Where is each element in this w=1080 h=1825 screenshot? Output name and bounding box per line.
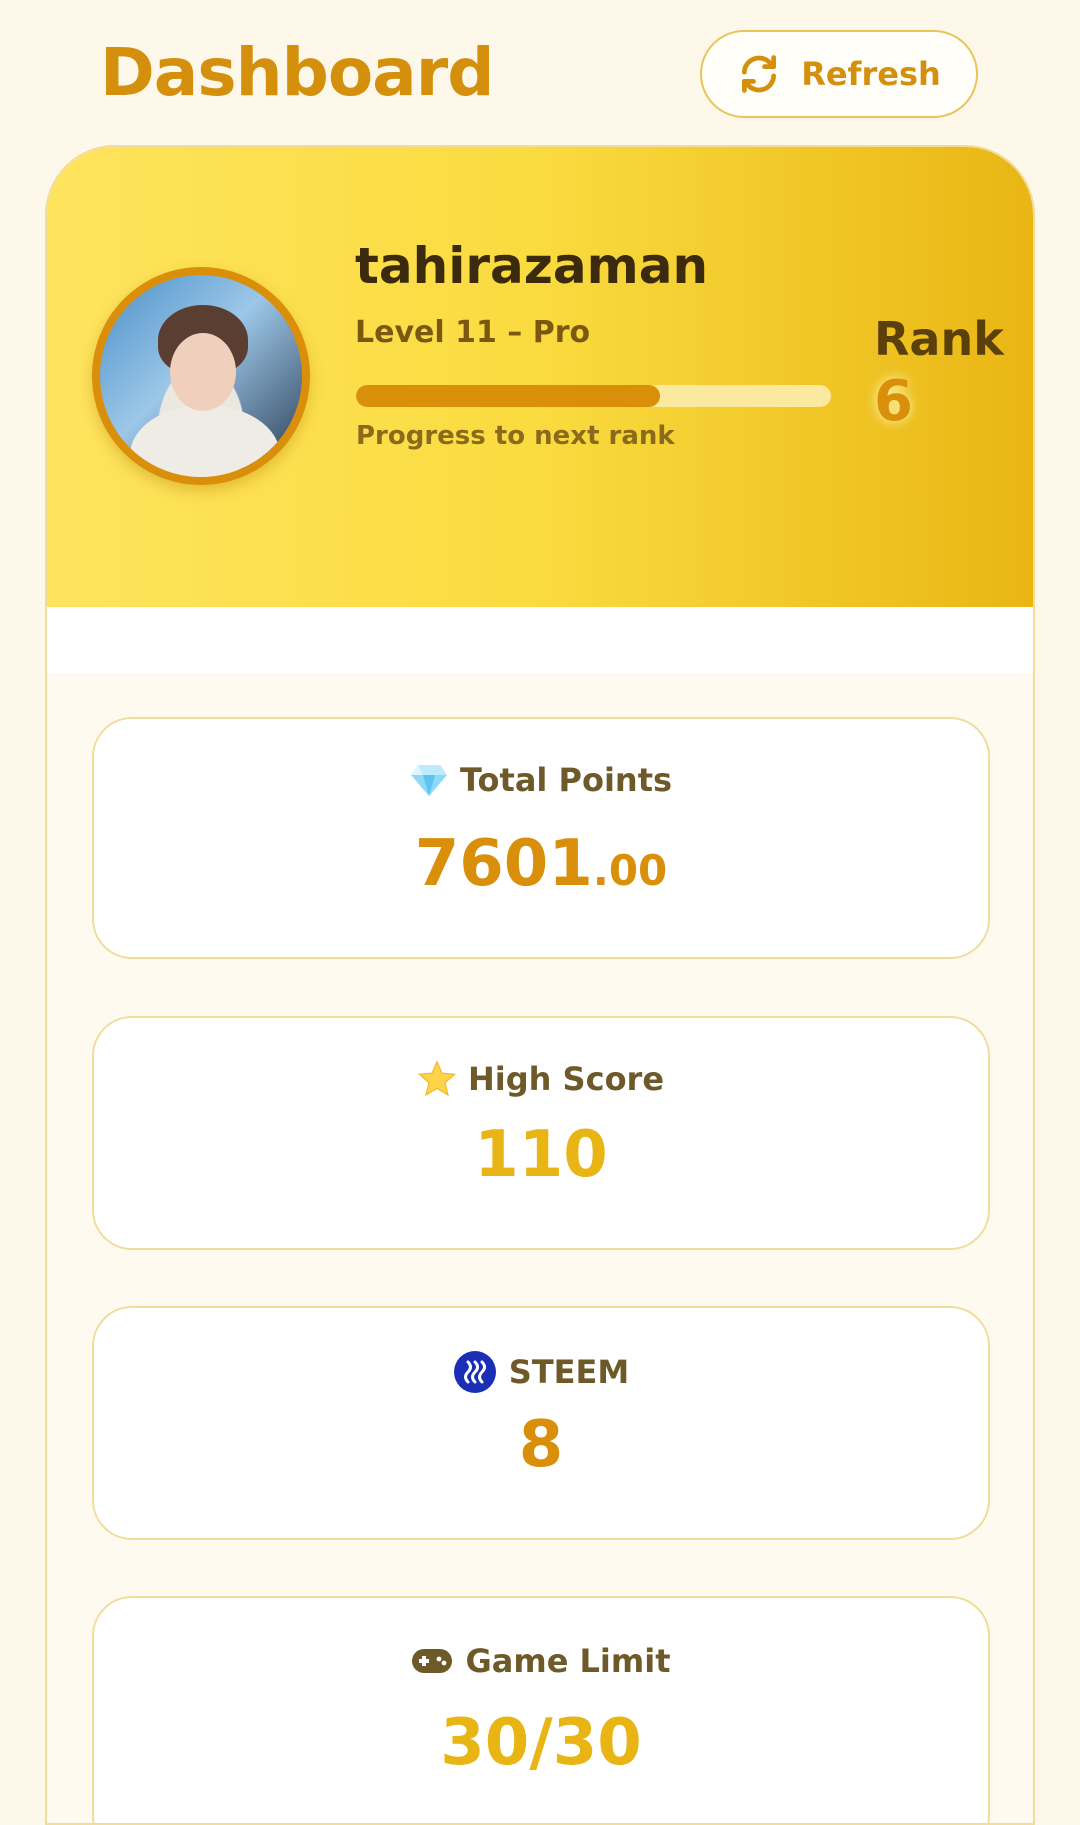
gamepad-icon	[411, 1648, 453, 1674]
high-score-value: 110	[474, 1118, 608, 1192]
diamond-icon	[410, 763, 448, 797]
total-points-label: Total Points	[459, 761, 673, 799]
total-points-card: Total Points 7601.00	[92, 717, 990, 959]
total-points-value: 7601.00	[414, 827, 668, 901]
dashboard-card: tahirazaman Level 11 – Pro Progress to n…	[45, 145, 1035, 1825]
level-text: Level 11 – Pro	[355, 315, 591, 350]
refresh-button[interactable]: Refresh	[700, 30, 978, 118]
high-score-card: High Score 110	[92, 1016, 990, 1250]
steem-icon	[453, 1350, 497, 1394]
game-limit-card: Game Limit 30/30	[92, 1596, 990, 1823]
refresh-icon	[737, 52, 781, 96]
steem-value: 8	[518, 1408, 564, 1482]
steem-card: STEEM 8	[92, 1306, 990, 1540]
username: tahirazaman	[355, 237, 709, 295]
avatar[interactable]	[92, 267, 310, 485]
rank-progress-fill	[356, 385, 660, 407]
star-icon	[417, 1061, 456, 1097]
steem-label: STEEM	[508, 1353, 630, 1391]
game-limit-label: Game Limit	[465, 1642, 671, 1680]
progress-label: Progress to next rank	[356, 421, 675, 451]
game-limit-value: 30/30	[440, 1706, 642, 1780]
page-title: Dashboard	[100, 34, 495, 111]
refresh-label: Refresh	[801, 55, 941, 93]
rank-progress-bar	[356, 385, 831, 407]
rank-label: Rank	[874, 312, 1004, 366]
header: Dashboard Refresh	[0, 0, 1080, 150]
profile-banner: tahirazaman Level 11 – Pro Progress to n…	[47, 147, 1033, 607]
rank-value: 6	[874, 369, 913, 434]
high-score-label: High Score	[467, 1060, 665, 1098]
